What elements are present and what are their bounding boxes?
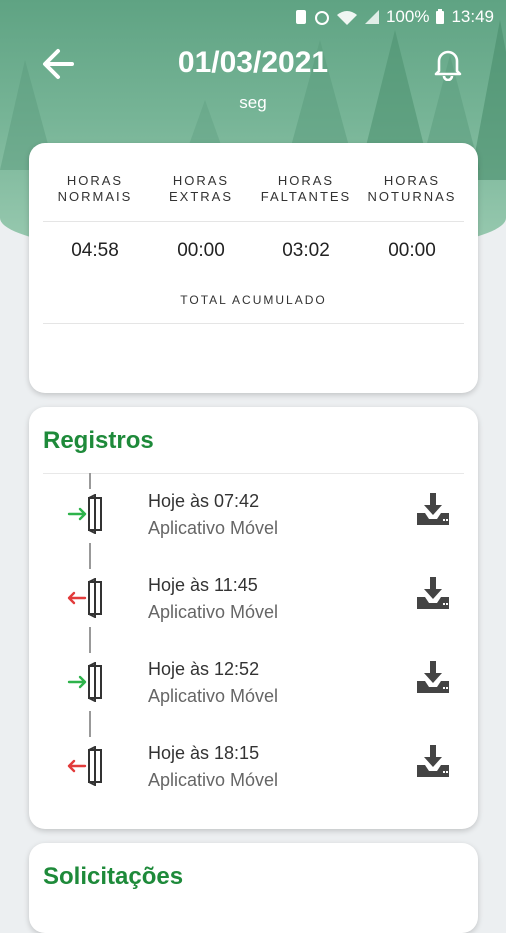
download-button[interactable] (415, 491, 451, 527)
alarm-icon (314, 11, 329, 25)
summary-label: NOTURNAS (367, 189, 457, 204)
download-icon (417, 577, 449, 609)
divider (43, 323, 464, 324)
door-exit-icon (67, 578, 102, 618)
summary-column-faltantes: HORAS FALTANTES (251, 173, 361, 205)
weekday-label: seg (239, 93, 267, 112)
download-button[interactable] (415, 575, 451, 611)
download-icon (417, 745, 449, 777)
entry-time: Hoje às 12:52 (148, 659, 260, 679)
timeline-connector (89, 473, 91, 489)
summary-label: HORAS (383, 173, 441, 188)
summary-label: EXTRAS (168, 189, 233, 204)
summary-label: HORAS (66, 173, 124, 188)
status-bar: 100% 13:49 (0, 0, 506, 36)
door-enter-icon (67, 494, 102, 534)
summary-column-noturnas: HORAS NOTURNAS (357, 173, 467, 205)
summary-label: FALTANTES (260, 189, 352, 204)
download-button[interactable] (415, 659, 451, 695)
list-item[interactable]: Hoje às 07:42 Aplicativo Móvel (29, 491, 478, 561)
summary-value-faltantes: 03:02 (282, 240, 330, 261)
signal-icon (364, 10, 379, 24)
entry-source: Aplicativo Móvel (148, 602, 279, 622)
download-button[interactable] (415, 743, 451, 779)
registros-card: Registros Hoje às 07:42 Aplicativo Móvel… (29, 407, 478, 829)
page-header: 01/03/2021 seg (0, 36, 506, 126)
total-accumulated-label: TOTAL ACUMULADO (180, 293, 327, 307)
list-item[interactable]: Hoje às 18:15 Aplicativo Móvel (29, 743, 478, 813)
entry-source: Aplicativo Móvel (148, 518, 279, 538)
summary-value-extras: 00:00 (177, 240, 225, 261)
summary-label: HORAS (277, 173, 335, 188)
bell-icon (434, 50, 462, 82)
section-title-solicitacoes: Solicitações (43, 863, 184, 890)
summary-label: HORAS (172, 173, 230, 188)
door-exit-icon (67, 746, 102, 786)
battery-icon (436, 9, 445, 24)
download-icon (417, 661, 449, 693)
solicitacoes-card: Solicitações (29, 843, 478, 933)
list-item[interactable]: Hoje às 11:45 Aplicativo Móvel (29, 575, 478, 645)
entry-time: Hoje às 07:42 (148, 491, 260, 511)
wifi-icon (336, 11, 357, 25)
entry-source: Aplicativo Móvel (148, 770, 279, 790)
section-title-registros: Registros (43, 427, 154, 454)
summary-label: NORMAIS (57, 189, 133, 204)
list-item[interactable]: Hoje às 12:52 Aplicativo Móvel (29, 659, 478, 729)
divider (43, 473, 464, 474)
summary-column-normais: HORAS NORMAIS (40, 173, 150, 205)
sd-card-icon (295, 10, 306, 24)
download-icon (417, 493, 449, 525)
summary-value-normais: 04:58 (71, 240, 119, 261)
summary-value-noturnas: 00:00 (388, 240, 436, 261)
hours-summary-card: HORAS NORMAIS HORAS EXTRAS HORAS FALTANTES … (29, 143, 478, 393)
battery-percent: 100% (385, 7, 430, 26)
entry-time: Hoje às 11:45 (148, 575, 258, 595)
notifications-button[interactable] (430, 45, 466, 82)
divider (43, 221, 464, 222)
door-enter-icon (67, 662, 102, 702)
clock-time: 13:49 (451, 7, 494, 26)
entry-source: Aplicativo Móvel (148, 686, 279, 706)
entry-time: Hoje às 18:15 (148, 743, 260, 763)
summary-column-extras: HORAS EXTRAS (146, 173, 256, 205)
